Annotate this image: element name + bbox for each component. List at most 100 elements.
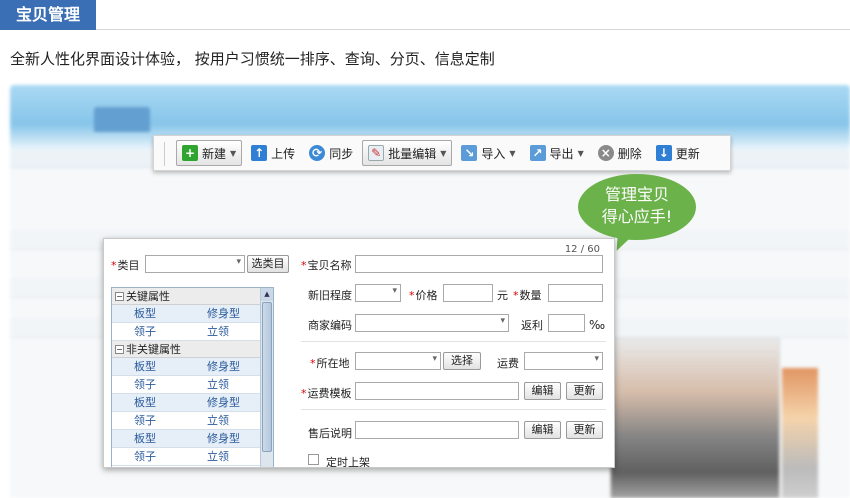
location-select-button[interactable]: 选择 [443, 352, 481, 370]
quantity-label: *数量 [513, 289, 542, 302]
condition-select[interactable] [355, 284, 401, 302]
location-select[interactable] [355, 352, 441, 370]
tree-group-label: 关键属性 [126, 290, 170, 303]
sync-icon: ⟳ [309, 145, 326, 161]
tree-scrollbar[interactable]: ▲ [260, 288, 273, 467]
attribute-value: 修身型 [207, 307, 240, 320]
item-name-label: *宝贝名称 [301, 259, 352, 272]
category-select[interactable] [145, 255, 245, 273]
delete-x-icon: × [597, 145, 614, 161]
bubble-line-2: 得心应手! [601, 207, 673, 226]
attribute-value: 修身型 [207, 360, 240, 373]
tree-row[interactable]: 领子 立领 [112, 376, 262, 394]
shipping-template-update-button[interactable]: 更新 [566, 382, 603, 400]
location-label: *所在地 [310, 357, 350, 370]
chevron-down-icon: ▼ [577, 148, 584, 158]
scroll-up-arrow-icon[interactable]: ▲ [261, 288, 273, 301]
sync-button[interactable]: ⟳ 同步 [304, 140, 358, 166]
background-tab [30, 107, 86, 132]
shipping-fee-label: 运费 [497, 357, 519, 370]
new-button[interactable]: + 新建 ▼ [176, 140, 243, 166]
background-tab [222, 107, 278, 132]
tree-row[interactable]: 领子 立领 [112, 323, 262, 341]
background-tab [158, 107, 214, 132]
tree-group-label: 非关键属性 [126, 343, 181, 356]
chevron-down-icon: ▼ [440, 148, 447, 158]
download-arrow-icon: ↓ [655, 145, 672, 161]
tree-group-header[interactable]: − 非关键属性 [112, 341, 262, 358]
toolbar-separator [164, 142, 165, 166]
attribute-name: 板型 [134, 360, 156, 373]
background-tab-active [93, 107, 150, 132]
page-subtitle: 全新人性化界面设计体验， 按用户习惯统一排序、查询、分页、信息定制 [10, 50, 495, 68]
attribute-value: 修身型 [207, 396, 240, 409]
background-thumbnail [782, 368, 818, 498]
condition-label: 新旧程度 [308, 289, 352, 302]
upload-arrow-icon: ↑ [251, 145, 268, 161]
price-input[interactable] [443, 284, 493, 302]
attribute-value: 修身型 [207, 432, 240, 445]
collapse-toggle-icon[interactable]: − [115, 291, 124, 301]
rebate-unit: ‰ [589, 318, 606, 332]
attribute-name: 板型 [134, 307, 156, 320]
attribute-name: 领子 [134, 325, 156, 338]
after-sales-edit-button[interactable]: 编辑 [524, 421, 561, 439]
chevron-down-icon: ▼ [230, 148, 237, 158]
delete-button[interactable]: × 删除 [593, 140, 647, 166]
attribute-name: 领子 [134, 414, 156, 427]
shipping-template-input[interactable] [355, 382, 519, 400]
attribute-tree: − 关键属性 板型 修身型 领子 立领 − 非关键属性 板型 修身型 领子 立领 板型 修身型 领子 立领 板型… [111, 287, 274, 467]
title-divider [96, 29, 850, 30]
scheduled-listing-label: 定时上架 [326, 456, 370, 468]
upload-button[interactable]: ↑ 上传 [246, 140, 300, 166]
attribute-name: 板型 [134, 396, 156, 409]
after-sales-update-button[interactable]: 更新 [566, 421, 603, 439]
pencil-icon: ✎ [368, 145, 385, 161]
item-toolbar: + 新建 ▼ ↑ 上传 ⟳ 同步 ✎ 批量编辑 ▼ ↘ 导入 ▼ ↗ 导出 ▼ … [153, 135, 731, 171]
tree-row[interactable]: 板型 修身型 [112, 394, 262, 412]
rebate-input[interactable] [548, 314, 585, 332]
plus-icon: + [182, 145, 198, 161]
merchant-code-label: 商家编码 [308, 319, 352, 332]
item-edit-panel: 12 / 60 *类目 选类目 −关键属性板型修身型领子立领−非关键属性板型修身… [103, 238, 615, 468]
attribute-name: 领子 [134, 378, 156, 391]
rebate-label: 返利 [521, 319, 543, 332]
attribute-value: 立领 [207, 450, 229, 463]
scheduled-listing-checkbox[interactable] [308, 454, 319, 465]
merchant-code-select[interactable] [355, 314, 509, 332]
bubble-line-1: 管理宝贝 [604, 185, 669, 204]
price-label: *价格 [409, 289, 438, 302]
tree-row[interactable]: 板型 修身型 [112, 430, 262, 448]
tree-row[interactable]: 板型 修身型 [112, 305, 262, 323]
quantity-input[interactable] [548, 284, 603, 302]
shipping-fee-select[interactable] [524, 352, 603, 370]
tree-row[interactable]: 领子 立领 [112, 412, 262, 430]
shipping-template-edit-button[interactable]: 编辑 [524, 382, 561, 400]
after-sales-label: 售后说明 [308, 427, 352, 440]
batch-edit-button[interactable]: ✎ 批量编辑 ▼ [362, 140, 453, 166]
item-name-char-counter: 12 / 60 [564, 244, 600, 255]
scroll-thumb[interactable] [262, 302, 272, 452]
export-button[interactable]: ↗ 导出 ▼ [525, 140, 589, 166]
attribute-name: 板型 [134, 432, 156, 445]
attribute-name: 领子 [134, 450, 156, 463]
after-sales-input[interactable] [355, 421, 519, 439]
export-icon: ↗ [529, 145, 546, 161]
background-product-photo [610, 338, 780, 498]
collapse-toggle-icon[interactable]: − [115, 344, 124, 354]
item-name-input[interactable] [355, 255, 603, 273]
promo-speech-bubble: 管理宝贝 得心应手! [578, 174, 696, 240]
update-button[interactable]: ↓ 更新 [651, 140, 705, 166]
tree-row[interactable]: 领子 立领 [112, 448, 262, 466]
price-unit: 元 [497, 289, 508, 302]
attribute-value: 立领 [207, 325, 229, 338]
tree-row[interactable]: 板型 修身型 [112, 358, 262, 376]
tree-group-header[interactable]: − 关键属性 [112, 288, 262, 305]
import-icon: ↘ [461, 145, 478, 161]
chevron-down-icon: ▼ [509, 148, 516, 158]
attribute-value: 立领 [207, 414, 229, 427]
shipping-template-label: *运费模板 [301, 387, 352, 400]
page-title: 宝贝管理 [0, 0, 96, 30]
import-button[interactable]: ↘ 导入 ▼ [456, 140, 520, 166]
choose-category-button[interactable]: 选类目 [247, 255, 289, 273]
